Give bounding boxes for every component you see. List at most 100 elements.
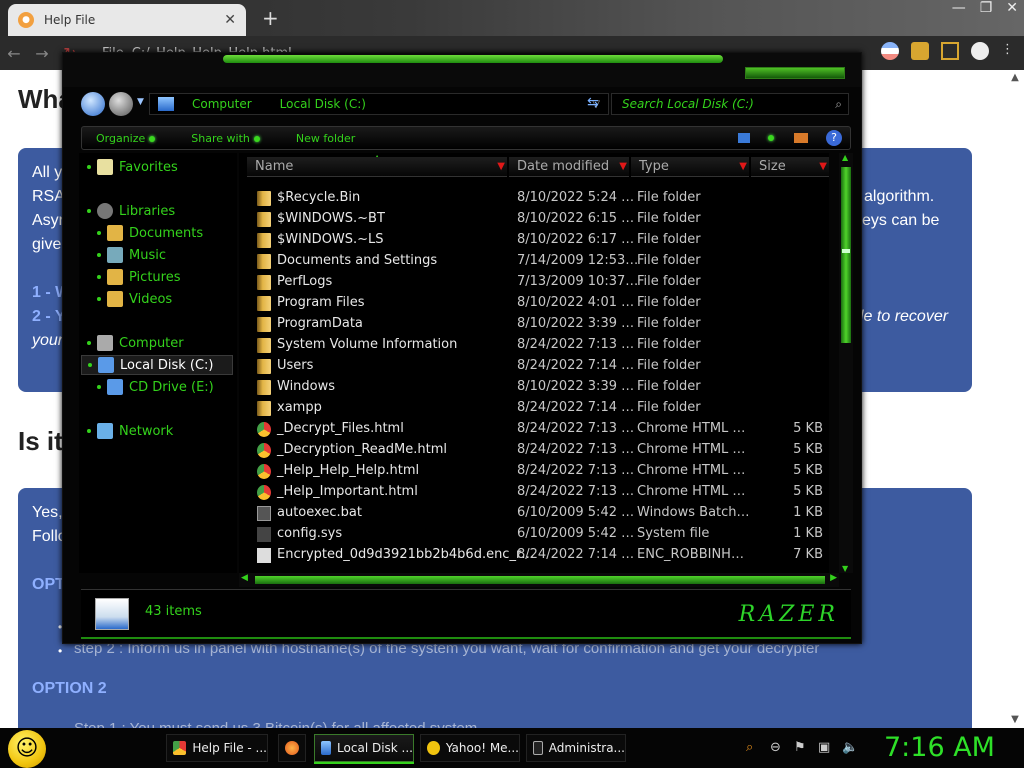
minimize-button[interactable]: — <box>952 0 966 16</box>
file-row[interactable]: Documents and Settings 7/14/2009 12:53… Fi… <box>239 251 829 272</box>
razer-logo: RAZER <box>738 602 839 627</box>
file-row[interactable]: autoexec.bat 6/10/2009 5:42 … Windows Batc… <box>239 503 829 524</box>
column-header-type[interactable]: Type ▼ <box>631 157 749 177</box>
search-field[interactable]: Search Local Disk (C:) ⌕ <box>611 93 849 115</box>
column-header-date[interactable]: Date modified ▼ <box>509 157 629 177</box>
file-type: Chrome HTML … <box>637 421 746 436</box>
file-date: 8/10/2022 6:15 … <box>517 211 635 226</box>
menu-dots-icon[interactable]: ⋮ <box>1001 42 1014 60</box>
nav-item-label: Local Disk (C:) <box>120 357 214 373</box>
file-row[interactable]: xampp 8/24/2022 7:14 … File folder <box>239 398 829 419</box>
search-icon[interactable]: ⌕ <box>835 97 842 112</box>
extensions-icon[interactable] <box>911 42 929 60</box>
recent-pages-arrow-icon[interactable]: ▼ <box>137 97 144 107</box>
search-placeholder: Search Local Disk (C:) <box>622 97 754 111</box>
preview-pane-icon[interactable] <box>794 133 808 143</box>
file-row[interactable]: ProgramData 8/10/2022 3:39 … File folder <box>239 314 829 335</box>
file-type: File folder <box>637 316 701 331</box>
taskbar-clock[interactable]: 7:16 AM <box>884 732 995 763</box>
file-row[interactable]: _Help_Important.html 8/24/2022 7:13 … Chro… <box>239 482 829 503</box>
nav-item-cd-drive-e[interactable]: CD Drive (E:) <box>97 377 214 397</box>
forward-button[interactable] <box>109 92 133 116</box>
file-row[interactable]: Encrypted_0d9d3921bb2b4b6d.enc_r… 8/24/20… <box>239 545 829 566</box>
nav-item-local-disk-c[interactable]: Local Disk (C:) <box>81 355 233 375</box>
file-row[interactable]: Users 8/24/2022 7:14 … File folder <box>239 356 829 377</box>
file-row[interactable]: Windows 8/10/2022 3:39 … File folder <box>239 377 829 398</box>
share-with-button[interactable]: Share with <box>191 132 260 145</box>
file-name: autoexec.bat <box>277 505 362 520</box>
tray-icon-1[interactable]: ⊖ <box>770 740 781 755</box>
file-row[interactable]: PerfLogs 7/13/2009 10:37… File folder <box>239 272 829 293</box>
new-tab-button[interactable]: + <box>262 6 279 30</box>
back-button[interactable] <box>81 92 105 116</box>
refresh-icon[interactable]: ⇆ <box>587 95 599 111</box>
file-name: Users <box>277 358 314 373</box>
taskbar-button-local-disk[interactable]: Local Disk ... <box>314 734 414 762</box>
breadcrumb-computer[interactable]: Computer <box>192 97 252 111</box>
organize-button[interactable]: Organize <box>96 132 156 145</box>
file-row[interactable]: _Decrypt_Files.html 8/24/2022 7:13 … Chrom… <box>239 419 829 440</box>
flag-icon[interactable] <box>881 42 899 60</box>
column-header-size[interactable]: Size ▼ <box>751 157 829 177</box>
search-tray-icon[interactable]: ⌕ <box>746 740 753 755</box>
breadcrumb-local-disk[interactable]: Local Disk (C:) <box>280 97 366 111</box>
page-scroll-down-arrow[interactable]: ▼ <box>1008 714 1022 728</box>
address-field[interactable]: Computer Local Disk (C:) ▽ <box>149 93 609 115</box>
browser-tab[interactable]: ● Help File ✕ <box>8 4 246 36</box>
start-button-smiley-icon[interactable]: ☺ <box>8 730 46 768</box>
taskbar-button-cmd[interactable]: Administra... <box>526 734 626 762</box>
file-size: 5 KB <box>793 442 823 457</box>
nav-item-network[interactable]: Network <box>87 421 173 441</box>
close-tab-icon[interactable]: ✕ <box>224 12 236 28</box>
new-folder-button[interactable]: New folder <box>296 132 355 145</box>
nav-item-documents[interactable]: Documents <box>97 223 203 243</box>
file-size: 5 KB <box>793 463 823 478</box>
taskbar-button-help-file[interactable]: Help File - ... <box>166 734 268 762</box>
view-dropdown-icon[interactable] <box>768 135 774 141</box>
file-size: 1 KB <box>793 526 823 541</box>
column-header-name[interactable]: Name ▼ <box>247 157 507 177</box>
chrome-icon <box>173 741 187 755</box>
volume-icon[interactable]: 🔈 <box>842 740 858 755</box>
horizontal-scroll-thumb[interactable] <box>255 576 825 584</box>
nav-item-favorites[interactable]: Favorites <box>87 157 178 177</box>
nav-item-label: Music <box>129 247 166 263</box>
network-tray-icon[interactable]: ▣ <box>818 740 830 755</box>
help-icon[interactable]: ? <box>826 130 842 146</box>
nav-item-pictures[interactable]: Pictures <box>97 267 180 287</box>
maximize-button[interactable]: ❐ <box>980 0 993 16</box>
file-type: File folder <box>637 379 701 394</box>
taskbar-button-yahoo[interactable]: Yahoo! Me... <box>420 734 520 762</box>
file-row[interactable]: Program Files 8/10/2022 4:01 … File folder <box>239 293 829 314</box>
window-control-buttons[interactable] <box>745 67 845 79</box>
file-row[interactable]: $WINDOWS.~BT 8/10/2022 6:15 … File folder <box>239 209 829 230</box>
close-window-button[interactable]: ✕ <box>1006 0 1018 16</box>
taskbar-button-firefox[interactable] <box>278 734 306 762</box>
forward-arrow-icon[interactable]: → <box>28 44 56 63</box>
file-row[interactable]: $Recycle.Bin 8/10/2022 5:24 … File folder <box>239 188 829 209</box>
nav-item-label: Documents <box>129 225 204 241</box>
file-row[interactable]: System Volume Information 8/24/2022 7:13 … <box>239 335 829 356</box>
drive-icon <box>158 97 174 111</box>
scroll-thumb[interactable] <box>841 167 851 343</box>
star-icon <box>97 159 113 175</box>
page-scroll-up-arrow[interactable]: ▲ <box>1008 72 1022 86</box>
file-row[interactable]: _Help_Help_Help.html 8/24/2022 7:13 … Chro… <box>239 461 829 482</box>
file-type: File folder <box>637 253 701 268</box>
back-arrow-icon[interactable]: ← <box>0 44 28 63</box>
sidebar-icon[interactable] <box>941 42 959 60</box>
file-type: Chrome HTML … <box>637 484 746 499</box>
nav-item-music[interactable]: Music <box>97 245 166 265</box>
vertical-scrollbar[interactable]: ▲ ▼ <box>839 153 853 573</box>
nav-item-computer[interactable]: Computer <box>87 333 184 353</box>
file-row[interactable]: _Decryption_ReadMe.html 8/24/2022 7:13 … C… <box>239 440 829 461</box>
view-options-icon[interactable] <box>738 133 750 143</box>
nav-item-libraries[interactable]: Libraries <box>87 201 175 221</box>
horizontal-scrollbar[interactable]: ◀ ▶ <box>239 573 839 587</box>
file-row[interactable]: config.sys 6/10/2009 5:42 … System file 1 K… <box>239 524 829 545</box>
file-row[interactable]: $WINDOWS.~LS 8/10/2022 6:17 … File folder <box>239 230 829 251</box>
profile-avatar[interactable] <box>971 42 989 60</box>
action-center-icon[interactable]: ⚑ <box>794 740 806 755</box>
nav-item-label: Network <box>119 423 174 439</box>
nav-item-videos[interactable]: Videos <box>97 289 172 309</box>
